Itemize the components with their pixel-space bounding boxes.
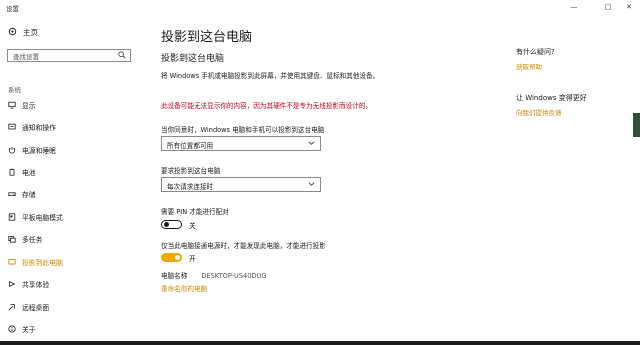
pin-toggle-state: 关 xyxy=(189,222,196,230)
sidebar-item-label: 显示 xyxy=(22,102,36,110)
minimize-button[interactable]: — xyxy=(563,0,585,14)
sidebar-item-display[interactable]: 显示 xyxy=(8,100,138,112)
rename-pc-link[interactable]: 重命名你的电脑 xyxy=(161,283,207,293)
power-toggle-state: 开 xyxy=(189,255,196,263)
remote-desktop-icon xyxy=(8,304,15,311)
sidebar-item-shared-experiences[interactable]: 共享体验 xyxy=(8,279,138,291)
notifications-icon xyxy=(8,123,16,130)
battery-icon xyxy=(9,168,15,176)
sidebar-item-tablet-mode[interactable]: 平板电脑模式 xyxy=(8,212,138,224)
sidebar-item-power[interactable]: 电源和睡眠 xyxy=(8,145,138,157)
sidebar-item-label: 电源和睡眠 xyxy=(22,147,56,155)
close-button[interactable]: ✕ xyxy=(618,0,640,14)
storage-icon xyxy=(8,192,16,196)
sidebar-item-multitasking[interactable]: 多任务 xyxy=(8,234,138,246)
availability-label: 当你同意时，Windows 电脑和手机可以投影到这台电脑 xyxy=(161,126,325,134)
ask-value: 每次请求连接时 xyxy=(167,183,214,191)
home-icon xyxy=(8,27,17,36)
power-icon xyxy=(8,146,16,154)
multitasking-icon xyxy=(8,236,16,243)
shared-experiences-icon xyxy=(9,280,16,288)
sidebar-item-label: 存储 xyxy=(22,191,36,199)
sidebar-item-project-to-this-pc[interactable]: 投影到此电脑 xyxy=(8,257,138,269)
page-title: 投影到这台电脑 xyxy=(161,30,253,45)
sidebar-item-battery[interactable]: 电池 xyxy=(8,167,138,179)
pc-name-value: DESKTOP-US40DUG xyxy=(201,272,267,280)
hardware-warning: 此设备可能无法显示你的内容，因为其硬件不是专为无线投影而设计的。 xyxy=(161,102,372,110)
search-placeholder: 查找设置 xyxy=(13,53,39,61)
availability-dropdown[interactable]: 所有位置都可用 xyxy=(161,136,321,151)
sidebar-item-notifications[interactable]: 通知和操作 xyxy=(8,122,138,134)
search-icon xyxy=(118,51,126,59)
give-feedback-link[interactable]: 向我们提供反馈 xyxy=(516,107,562,117)
sidebar-item-label: 通知和操作 xyxy=(22,124,56,132)
sidebar-item-label: 关于 xyxy=(22,326,36,334)
chevron-down-icon xyxy=(308,182,315,186)
window-title: 设置 xyxy=(6,5,19,13)
sidebar-item-label: 电池 xyxy=(22,169,36,177)
sidebar-item-label: 平板电脑模式 xyxy=(22,214,63,222)
maximize-button[interactable]: □ xyxy=(597,0,619,14)
tablet-mode-icon xyxy=(8,213,16,221)
title-bar: 设置 — □ ✕ xyxy=(0,0,640,16)
toggle-knob xyxy=(175,255,180,260)
pin-toggle[interactable] xyxy=(161,220,182,229)
display-icon xyxy=(8,101,16,109)
section-heading: 系统 xyxy=(8,86,21,94)
question-heading: 有什么疑问? xyxy=(516,48,555,56)
project-icon xyxy=(8,259,16,266)
feedback-heading: 让 Windows 变得更好 xyxy=(516,94,587,102)
section-title: 投影到这台电脑 xyxy=(161,54,225,64)
sidebar-item-label: 多任务 xyxy=(22,236,43,244)
pin-label: 需要 PIN 才能进行配对 xyxy=(161,208,229,216)
taskbar xyxy=(0,341,640,345)
sidebar-home-label: 主页 xyxy=(23,28,38,37)
pc-name-row: 电脑名称 DESKTOP-US40DUG xyxy=(161,270,266,280)
get-help-link[interactable]: 获取帮助 xyxy=(516,61,542,71)
description-text: 将 Windows 手机或电脑投影到此屏幕，并使用其键盘、鼠标和其他设备。 xyxy=(161,72,380,80)
sidebar-item-label: 共享体验 xyxy=(22,281,50,289)
sidebar-item-label: 投影到此电脑 xyxy=(22,259,63,267)
edge-tab xyxy=(633,113,640,137)
power-toggle[interactable] xyxy=(161,253,182,262)
about-icon xyxy=(8,325,16,333)
sidebar: 主页 查找设置 系统 显示 通知和操作 电源和睡眠 电池 存储 平板电脑模式 多… xyxy=(0,16,150,341)
sidebar-item-label: 远程桌面 xyxy=(22,304,50,312)
main-content: 投影到这台电脑 投影到这台电脑 将 Windows 手机或电脑投影到此屏幕，并使… xyxy=(161,16,501,336)
sidebar-item-about[interactable]: 关于 xyxy=(8,324,138,336)
power-label: 仅当此电脑接通电源时，才能发现此电脑，才能进行投影 xyxy=(161,242,326,250)
search-input[interactable]: 查找设置 xyxy=(7,49,131,62)
chevron-down-icon xyxy=(308,141,315,145)
sidebar-item-storage[interactable]: 存储 xyxy=(8,189,138,201)
ask-label: 要求投影到这台电脑 xyxy=(161,167,221,175)
toggle-knob xyxy=(164,222,169,228)
availability-value: 所有位置都可用 xyxy=(167,142,214,150)
ask-dropdown[interactable]: 每次请求连接时 xyxy=(161,177,321,192)
pc-name-label: 电脑名称 xyxy=(161,272,188,280)
sidebar-item-remote-desktop[interactable]: 远程桌面 xyxy=(8,302,138,314)
